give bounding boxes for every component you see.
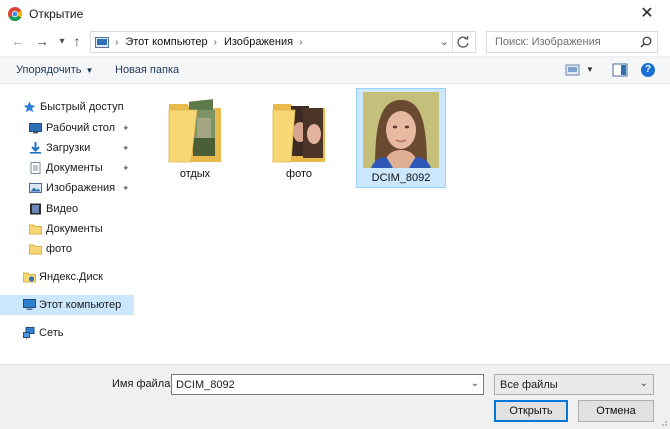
breadcrumb-separator: › bbox=[213, 36, 217, 48]
search-input[interactable]: Поиск: Изображения bbox=[486, 31, 658, 53]
sidebar-item-label: фото bbox=[46, 243, 72, 255]
chrome-icon bbox=[8, 7, 22, 21]
file-list: отдых фото DCIM_8092 bbox=[134, 84, 670, 364]
sidebar-item-network[interactable]: Сеть bbox=[0, 323, 134, 343]
folder-item-photo[interactable]: фото bbox=[258, 90, 340, 182]
organize-label: Упорядочить bbox=[16, 64, 82, 76]
folder-thumbnail-icon bbox=[168, 99, 221, 163]
breadcrumb-this-pc[interactable]: Этот компьютер bbox=[125, 36, 207, 48]
star-icon bbox=[23, 101, 36, 113]
file-name-panel: Имя файла: DCIM_8092 ⌄ Все файлы ⌄ Откры… bbox=[0, 364, 670, 429]
resize-grip-icon[interactable] bbox=[658, 417, 668, 427]
refresh-icon[interactable] bbox=[455, 34, 471, 50]
organize-button[interactable]: Упорядочить ▼ bbox=[16, 64, 93, 76]
window-title: Открытие bbox=[29, 7, 84, 21]
sidebar-item-documents-folder[interactable]: Документы bbox=[0, 219, 134, 239]
video-icon bbox=[30, 203, 41, 215]
sidebar-item-video[interactable]: Видео bbox=[0, 199, 134, 219]
view-options-chevron-icon[interactable]: ▼ bbox=[586, 65, 594, 74]
close-icon[interactable]: ✕ bbox=[636, 3, 658, 25]
open-button[interactable]: Открыть bbox=[494, 400, 568, 422]
sidebar-item-label: Сеть bbox=[39, 327, 64, 339]
navigation-bar: ← → ▾ ↑ › Этот компьютер › Изображения ›… bbox=[0, 28, 670, 56]
yandex-disk-icon bbox=[23, 272, 36, 283]
sidebar-item-pictures[interactable]: Изображения ✦ bbox=[0, 178, 134, 198]
back-arrow-icon[interactable]: ← bbox=[9, 32, 27, 50]
cancel-button[interactable]: Отмена bbox=[578, 400, 654, 422]
new-folder-button[interactable]: Новая папка bbox=[115, 64, 179, 76]
pictures-icon bbox=[29, 183, 42, 193]
sidebar-item-label: Рабочий стол bbox=[46, 122, 116, 134]
sidebar-item-documents[interactable]: Документы ✦ bbox=[0, 158, 134, 178]
computer-icon bbox=[23, 299, 36, 310]
chevron-down-icon: ⌄ bbox=[639, 378, 648, 389]
sidebar-item-label: Этот компьютер bbox=[39, 299, 122, 311]
command-bar: Упорядочить ▼ Новая папка ▼ ? bbox=[0, 56, 670, 84]
sidebar-item-label: Быстрый доступ bbox=[40, 101, 124, 113]
folder-thumbnail-icon bbox=[272, 104, 325, 163]
chevron-down-icon[interactable]: ⌄ bbox=[471, 378, 479, 389]
sidebar-item-label: Видео bbox=[46, 203, 79, 215]
address-divider bbox=[452, 32, 453, 52]
documents-icon bbox=[30, 162, 41, 174]
desktop-icon bbox=[29, 123, 42, 134]
breadcrumb-separator: › bbox=[115, 36, 119, 48]
sidebar-item-label: Яндекс.Диск bbox=[39, 271, 103, 283]
pin-icon[interactable]: ✦ bbox=[122, 123, 130, 134]
help-icon[interactable]: ? bbox=[641, 63, 655, 77]
network-icon bbox=[23, 327, 35, 339]
pin-icon[interactable]: ✦ bbox=[122, 143, 130, 154]
file-type-select[interactable]: Все файлы ⌄ bbox=[494, 374, 654, 395]
chevron-down-icon[interactable]: ⌄ bbox=[440, 35, 449, 48]
file-item-image[interactable]: DCIM_8092 bbox=[356, 88, 446, 188]
sidebar-item-desktop[interactable]: Рабочий стол ✦ bbox=[0, 118, 134, 138]
filename-value: DCIM_8092 bbox=[176, 379, 235, 391]
file-name: фото bbox=[286, 168, 312, 180]
image-thumbnail bbox=[363, 92, 439, 168]
forward-arrow-icon[interactable]: → bbox=[33, 32, 51, 50]
sidebar-item-label: Документы bbox=[46, 162, 103, 174]
title-bar: Открытие ✕ bbox=[0, 0, 670, 28]
file-type-value: Все файлы bbox=[500, 379, 558, 391]
folder-icon bbox=[29, 244, 42, 255]
download-icon bbox=[30, 142, 41, 154]
up-arrow-icon[interactable]: ↑ bbox=[68, 32, 86, 50]
filename-label: Имя файла: bbox=[112, 378, 174, 390]
breadcrumb-pictures[interactable]: Изображения bbox=[224, 36, 293, 48]
navigation-pane: Быстрый доступ Рабочий стол ✦ Загрузки ✦… bbox=[0, 84, 134, 364]
computer-icon bbox=[95, 36, 109, 48]
sidebar-item-this-pc[interactable]: Этот компьютер bbox=[0, 295, 134, 315]
pin-icon[interactable]: ✦ bbox=[122, 163, 130, 174]
folder-icon bbox=[29, 224, 42, 235]
sidebar-item-quick-access[interactable]: Быстрый доступ bbox=[0, 97, 134, 117]
view-mode-icon[interactable] bbox=[565, 63, 581, 77]
sidebar-item-label: Загрузки bbox=[46, 142, 91, 154]
sidebar-item-photo-folder[interactable]: фото bbox=[0, 239, 134, 259]
preview-pane-icon[interactable] bbox=[612, 63, 628, 77]
file-name: DCIM_8092 bbox=[371, 172, 431, 184]
filename-input[interactable]: DCIM_8092 ⌄ bbox=[171, 374, 484, 395]
sidebar-item-yandex-disk[interactable]: Яндекс.Диск bbox=[0, 267, 134, 287]
folder-item-rest[interactable]: отдых bbox=[154, 90, 236, 182]
pin-icon[interactable]: ✦ bbox=[122, 183, 130, 194]
sidebar-item-label: Документы bbox=[46, 223, 103, 235]
breadcrumb-separator: › bbox=[299, 36, 303, 48]
search-placeholder: Поиск: Изображения bbox=[495, 36, 601, 48]
address-bar[interactable]: › Этот компьютер › Изображения › ⌄ bbox=[90, 31, 476, 53]
chevron-down-icon: ▼ bbox=[85, 66, 94, 75]
file-name: отдых bbox=[179, 168, 211, 180]
sidebar-item-downloads[interactable]: Загрузки ✦ bbox=[0, 138, 134, 158]
search-icon[interactable] bbox=[640, 36, 652, 48]
sidebar-item-label: Изображения bbox=[46, 182, 116, 194]
